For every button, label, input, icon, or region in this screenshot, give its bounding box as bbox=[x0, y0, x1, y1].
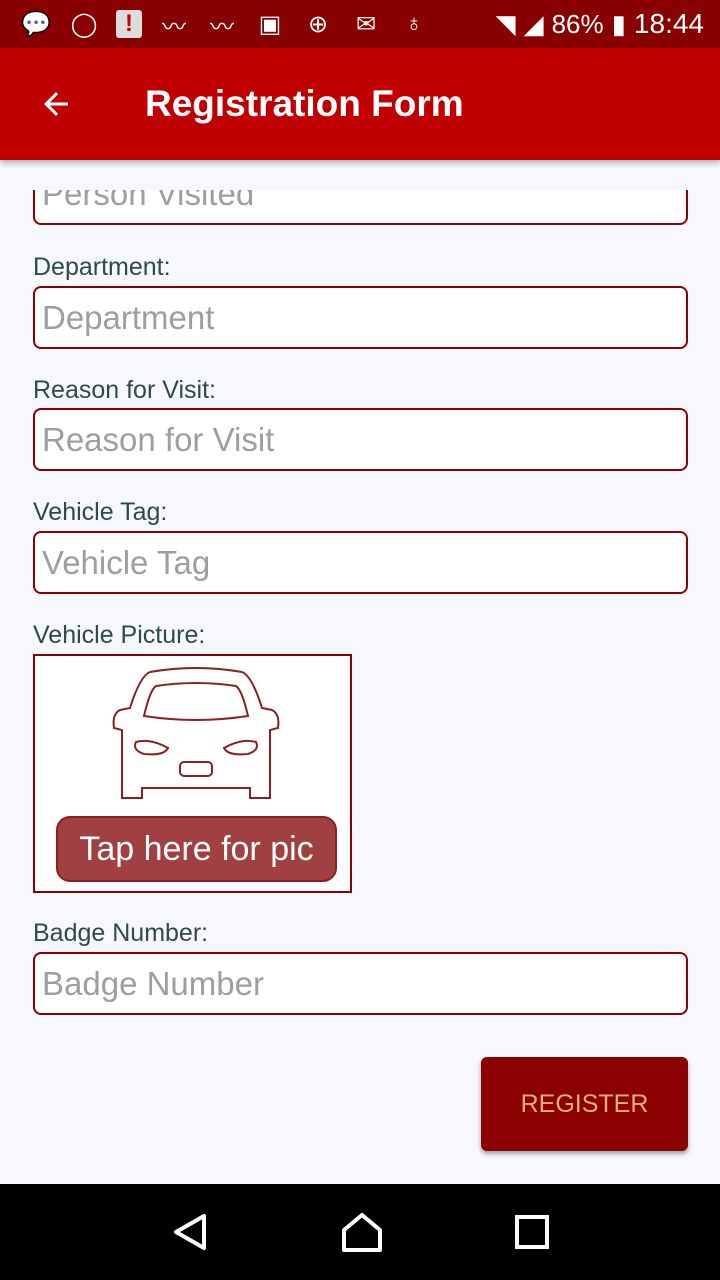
gmail-icon: ✉ bbox=[355, 10, 377, 38]
alert-icon: ! bbox=[116, 10, 142, 38]
reason-input[interactable]: Reason for Visit bbox=[33, 408, 688, 471]
back-nav-icon[interactable] bbox=[170, 1212, 210, 1252]
person-visited-input[interactable]: Person Visited bbox=[33, 190, 688, 225]
app-bar: Registration Form bbox=[0, 48, 720, 160]
wifi-icon: ◥ bbox=[495, 8, 516, 39]
pulse-icon: 〰 bbox=[162, 13, 186, 41]
vehicle-picture[interactable]: Tap here for pic bbox=[33, 654, 352, 893]
department-input[interactable]: Department bbox=[33, 286, 688, 349]
back-button[interactable] bbox=[0, 48, 112, 160]
reason-label: Reason for Visit: bbox=[33, 376, 216, 404]
bulb-icon: ♁ bbox=[405, 10, 423, 37]
status-bar: 💬 ◯ ! 〰 〰 ▣ ⊕ ✉ ♁ ◥ ◢ 86% ▮ 18:44 bbox=[0, 0, 720, 48]
page-title: Registration Form bbox=[145, 83, 464, 124]
whatsapp-icon: ◯ bbox=[70, 10, 98, 38]
pulse-icon: 〰 bbox=[210, 13, 234, 41]
recents-icon[interactable] bbox=[514, 1214, 550, 1250]
clock: 18:44 bbox=[633, 8, 704, 39]
battery-charging-icon: ▮ bbox=[611, 8, 626, 39]
form-scroll[interactable]: Person Visited Department: Department Re… bbox=[0, 190, 720, 1184]
signal-icon: ◢ bbox=[523, 8, 544, 39]
arrow-left-icon bbox=[44, 92, 68, 116]
home-icon[interactable] bbox=[340, 1212, 384, 1252]
badge-input[interactable]: Badge Number bbox=[33, 952, 688, 1015]
battery-text: 86% bbox=[551, 8, 604, 39]
globe-icon: ⊕ bbox=[307, 10, 329, 38]
navigation-bar bbox=[0, 1184, 720, 1280]
image-icon: ▣ bbox=[258, 10, 282, 38]
register-button[interactable]: REGISTER bbox=[481, 1057, 688, 1151]
car-icon bbox=[112, 667, 280, 799]
department-label: Department: bbox=[33, 253, 171, 281]
chat-icon: 💬 bbox=[21, 10, 51, 38]
badge-label: Badge Number: bbox=[33, 919, 209, 947]
take-picture-button[interactable]: Tap here for pic bbox=[56, 816, 337, 882]
vehicle-tag-label: Vehicle Tag: bbox=[33, 498, 168, 526]
vehicle-tag-input[interactable]: Vehicle Tag bbox=[33, 531, 688, 594]
vehicle-picture-label: Vehicle Picture: bbox=[33, 621, 206, 649]
